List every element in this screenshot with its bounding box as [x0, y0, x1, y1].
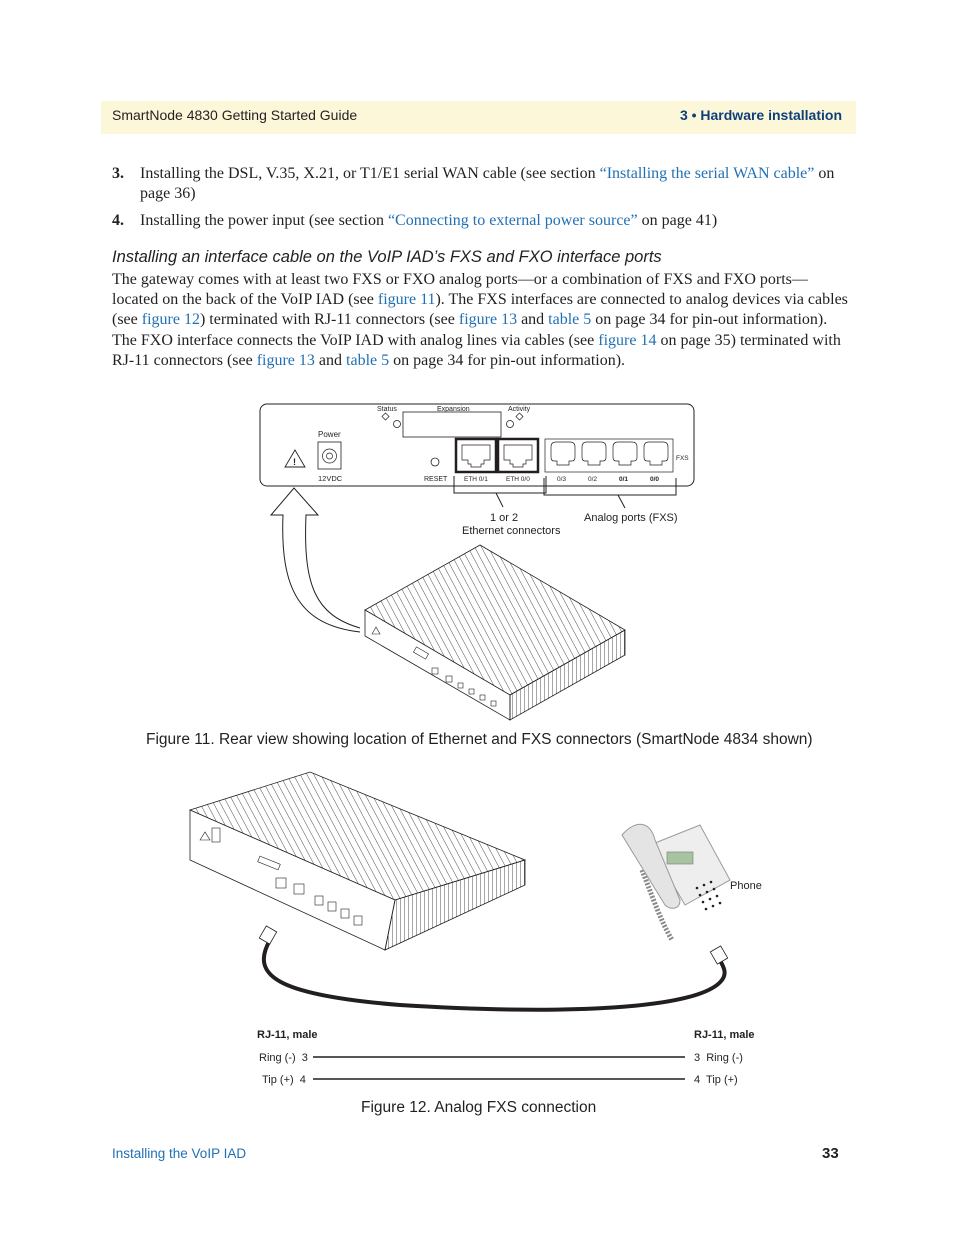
- ethernet-port: [496, 437, 540, 474]
- ethernet-callout: 1 or 2: [490, 512, 518, 524]
- rj11-cable: [261, 939, 727, 1012]
- device-illustration: [188, 771, 527, 951]
- svg-text:!: !: [293, 457, 296, 467]
- status-led-icon: [393, 420, 401, 428]
- figure-12-caption: Figure 12. Analog FXS connection: [361, 1099, 597, 1116]
- fxs-port-label: 0/2: [588, 476, 597, 483]
- activity-label: Activity: [508, 406, 531, 413]
- figure-12-illustration: Phone RJ-11, male RJ-11, male Ring (-) 3…: [188, 771, 762, 1086]
- power-jack: [317, 441, 342, 470]
- fxs-port-label: 0/3: [557, 476, 566, 483]
- reset-button-icon: [430, 457, 440, 467]
- ethernet-callout: Ethernet connectors: [462, 525, 561, 537]
- pin-label: 3 Ring (-): [694, 1052, 743, 1064]
- activity-led-icon: [506, 420, 514, 428]
- fxs-label: FXS: [676, 455, 689, 462]
- ethernet-port: [454, 437, 498, 474]
- right-connector-label: RJ-11, male: [694, 1029, 755, 1041]
- reset-label: RESET: [424, 476, 448, 483]
- fxs-port-label: 0/0: [650, 476, 659, 483]
- footer-section-link[interactable]: Installing the VoIP IAD: [112, 1146, 246, 1161]
- pin-label: Tip (+) 4: [262, 1074, 306, 1086]
- device-illustration: [364, 544, 626, 721]
- eth-port-label: ETH 0/0: [506, 476, 530, 483]
- power-rating: 12VDC: [318, 474, 343, 483]
- phone-label: Phone: [730, 880, 762, 892]
- curved-arrow-icon: [269, 487, 361, 633]
- figure-11-caption: Figure 11. Rear view showing location of…: [146, 731, 813, 748]
- analog-ports-callout: Analog ports (FXS): [584, 512, 678, 524]
- phone-icon: [621, 823, 731, 942]
- page-number: 33: [822, 1145, 839, 1162]
- left-connector-label: RJ-11, male: [257, 1029, 318, 1041]
- status-label: Status: [377, 406, 397, 413]
- expansion-slot: [402, 411, 502, 438]
- rj11-plug-icon: [258, 925, 278, 945]
- pin-label: 4 Tip (+): [694, 1074, 738, 1086]
- power-label: Power: [318, 430, 341, 439]
- figure-11-illustration: Status Expansion Activity ! Power 12VDC …: [259, 403, 695, 721]
- fxs-port-label: 0/1: [619, 476, 628, 483]
- pin-label: Ring (-) 3: [259, 1052, 308, 1064]
- rj11-plug-icon: [709, 945, 729, 965]
- eth-port-label: ETH 0/1: [464, 476, 488, 483]
